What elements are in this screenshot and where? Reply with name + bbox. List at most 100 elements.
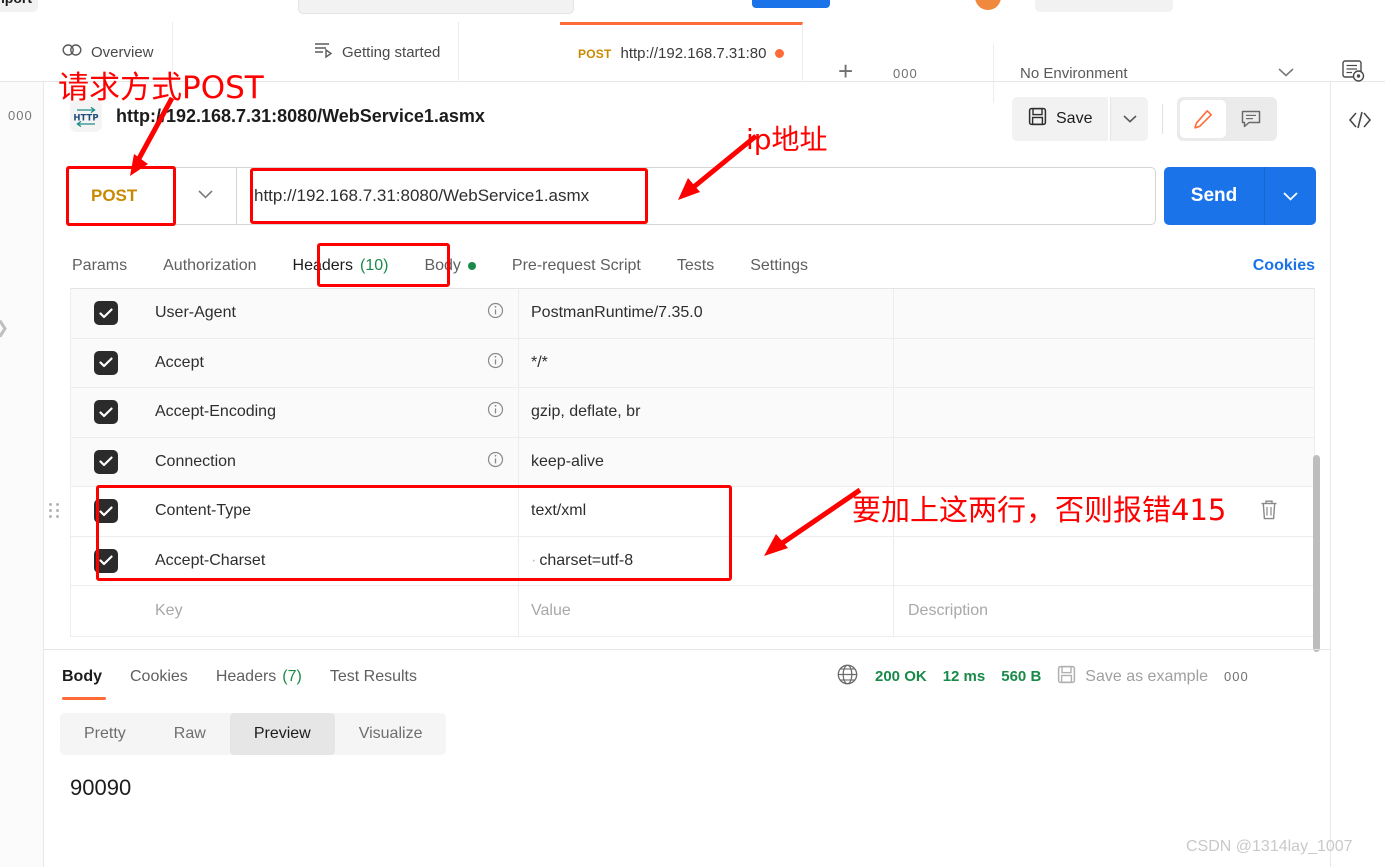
checkbox-checked-icon <box>94 350 118 375</box>
cookies-link[interactable]: Cookies <box>1253 246 1315 286</box>
global-search-input[interactable] <box>298 0 574 14</box>
avatar[interactable] <box>975 0 1001 10</box>
http-method-selector[interactable]: POST <box>68 167 236 225</box>
header-description-cell[interactable] <box>894 289 1314 338</box>
viewer-tab-pretty[interactable]: Pretty <box>60 713 150 755</box>
header-description-cell[interactable] <box>894 388 1314 437</box>
checkbox-checked-icon <box>94 400 118 425</box>
new-tab-button[interactable]: + <box>838 58 853 84</box>
app-top-strip: Import <box>0 0 1385 22</box>
header-description-cell[interactable] <box>894 487 1314 536</box>
info-icon[interactable] <box>487 352 504 374</box>
response-tab-cookies-label: Cookies <box>130 668 188 685</box>
upgrade-button[interactable] <box>752 0 830 8</box>
header-key-cell[interactable]: Content-Type <box>141 487 519 536</box>
header-enabled-checkbox[interactable] <box>71 301 141 326</box>
header-enabled-checkbox[interactable] <box>71 499 141 524</box>
viewer-tab-preview[interactable]: Preview <box>229 713 335 755</box>
tab-headers[interactable]: Headers (10) <box>275 257 407 275</box>
response-tab-body[interactable]: Body <box>60 658 116 700</box>
toolbar-divider <box>1162 104 1164 134</box>
environment-selector[interactable]: No Environment <box>993 44 1321 103</box>
http-protocol-icon: HTTP <box>70 100 102 132</box>
overview-icon <box>62 42 82 62</box>
response-tab-headers[interactable]: Headers (7) <box>202 658 316 696</box>
import-button[interactable]: Import <box>0 0 38 12</box>
header-value-text: charset=utf-8 <box>539 551 634 569</box>
header-description-cell[interactable] <box>894 537 1314 586</box>
info-icon[interactable] <box>487 451 504 473</box>
drag-handle-icon[interactable] <box>49 503 60 518</box>
save-as-example-button[interactable]: Save as example <box>1057 665 1208 689</box>
tab-authorization[interactable]: Authorization <box>145 257 274 275</box>
viewer-tab-visualize[interactable]: Visualize <box>335 713 447 755</box>
new-header-value-input[interactable]: Value <box>519 586 894 636</box>
info-icon[interactable] <box>487 401 504 423</box>
header-value-text: gzip, deflate, br <box>531 403 641 421</box>
header-enabled-checkbox[interactable] <box>71 350 141 375</box>
sidebar-expand-chevron-icon[interactable]: ❯ <box>0 318 9 338</box>
header-value-cell[interactable]: */* <box>519 338 894 387</box>
header-key-cell[interactable]: Accept-Encoding <box>141 388 519 437</box>
comment-button[interactable] <box>1228 100 1274 138</box>
top-action-button[interactable] <box>1035 0 1173 12</box>
table-row[interactable]: User-Agent PostmanRuntime/7.35.0 <box>71 289 1314 339</box>
header-description-cell[interactable] <box>894 339 1314 388</box>
breadcrumb: HTTP http://192.168.7.31:8080/WebService… <box>70 100 485 132</box>
header-value-cell[interactable]: PostmanRuntime/7.35.0 <box>519 289 894 338</box>
header-value-cell[interactable]: gzip, deflate, br <box>519 388 894 437</box>
tab-tests[interactable]: Tests <box>659 257 732 275</box>
new-header-key-input[interactable]: Key <box>141 586 519 636</box>
header-key-cell[interactable]: User-Agent <box>141 289 519 338</box>
response-size: 560 B <box>1001 668 1042 685</box>
tab-getting-started[interactable]: Getting started <box>295 22 460 82</box>
header-value-cell[interactable]: · charset=utf-8 <box>519 536 894 585</box>
header-enabled-checkbox[interactable] <box>71 449 141 474</box>
header-enabled-checkbox[interactable] <box>71 400 141 425</box>
header-key-text: Accept-Encoding <box>155 403 276 421</box>
response-tab-cookies[interactable]: Cookies <box>116 658 202 696</box>
tab-headers-label: Headers <box>292 257 353 274</box>
tab-settings[interactable]: Settings <box>732 257 826 275</box>
tab-overview[interactable]: Overview <box>44 22 173 82</box>
header-key-text: Connection <box>155 452 236 470</box>
header-key-text: Accept-Charset <box>155 551 266 569</box>
code-snippet-icon[interactable] <box>1347 110 1373 135</box>
header-enabled-checkbox[interactable] <box>71 548 141 573</box>
request-url-input[interactable]: http://192.168.7.31:8080/WebService1.asm… <box>236 167 1156 225</box>
delete-header-icon[interactable] <box>1258 498 1280 527</box>
edit-pencil-button[interactable] <box>1180 100 1227 138</box>
page-title: http://192.168.7.31:8080/WebService1.asm… <box>116 105 485 126</box>
tab-body[interactable]: Body <box>406 257 493 275</box>
header-key-cell[interactable]: Connection <box>141 437 519 486</box>
table-row[interactable]: Connection keep-alive <box>71 437 1314 487</box>
tab-pre-request-script[interactable]: Pre-request Script <box>494 257 659 275</box>
table-row-empty[interactable]: Key Value Description <box>71 586 1314 636</box>
headers-scrollbar[interactable] <box>1313 455 1320 652</box>
response-more-button[interactable]: 000 <box>1224 669 1249 684</box>
new-header-description-input[interactable]: Description <box>894 586 1314 636</box>
tab-overview-label: Overview <box>91 43 154 61</box>
save-options-caret[interactable] <box>1110 97 1149 141</box>
header-key-cell[interactable]: Accept <box>141 338 519 387</box>
table-row[interactable]: Content-Type text/xml <box>49 487 1314 537</box>
header-description-cell[interactable] <box>894 438 1314 487</box>
save-button[interactable]: Save <box>1012 97 1109 141</box>
tab-params[interactable]: Params <box>70 257 145 275</box>
viewer-tab-raw[interactable]: Raw <box>150 713 230 755</box>
send-button[interactable]: Send <box>1164 167 1316 225</box>
tab-bar-more-button[interactable]: 000 <box>893 66 918 81</box>
send-options-caret[interactable] <box>1264 167 1316 225</box>
sidebar-more-button[interactable]: 000 <box>8 108 33 123</box>
response-tab-test-results[interactable]: Test Results <box>316 658 431 696</box>
header-value-cell[interactable]: keep-alive <box>519 437 894 486</box>
header-key-cell[interactable]: Accept-Charset <box>141 536 519 585</box>
tab-active-request[interactable]: POST http://192.168.7.31:80 <box>560 22 804 82</box>
table-row[interactable]: Accept-Encoding gzip, deflate, br <box>71 388 1314 438</box>
send-button-label: Send <box>1190 185 1238 206</box>
environment-label: No Environment <box>1020 65 1128 82</box>
table-row[interactable]: Accept */* <box>71 338 1314 388</box>
table-row[interactable]: Accept-Charset · charset=utf-8 <box>71 536 1314 586</box>
info-icon[interactable] <box>487 302 504 324</box>
header-value-cell[interactable]: text/xml <box>519 487 894 536</box>
